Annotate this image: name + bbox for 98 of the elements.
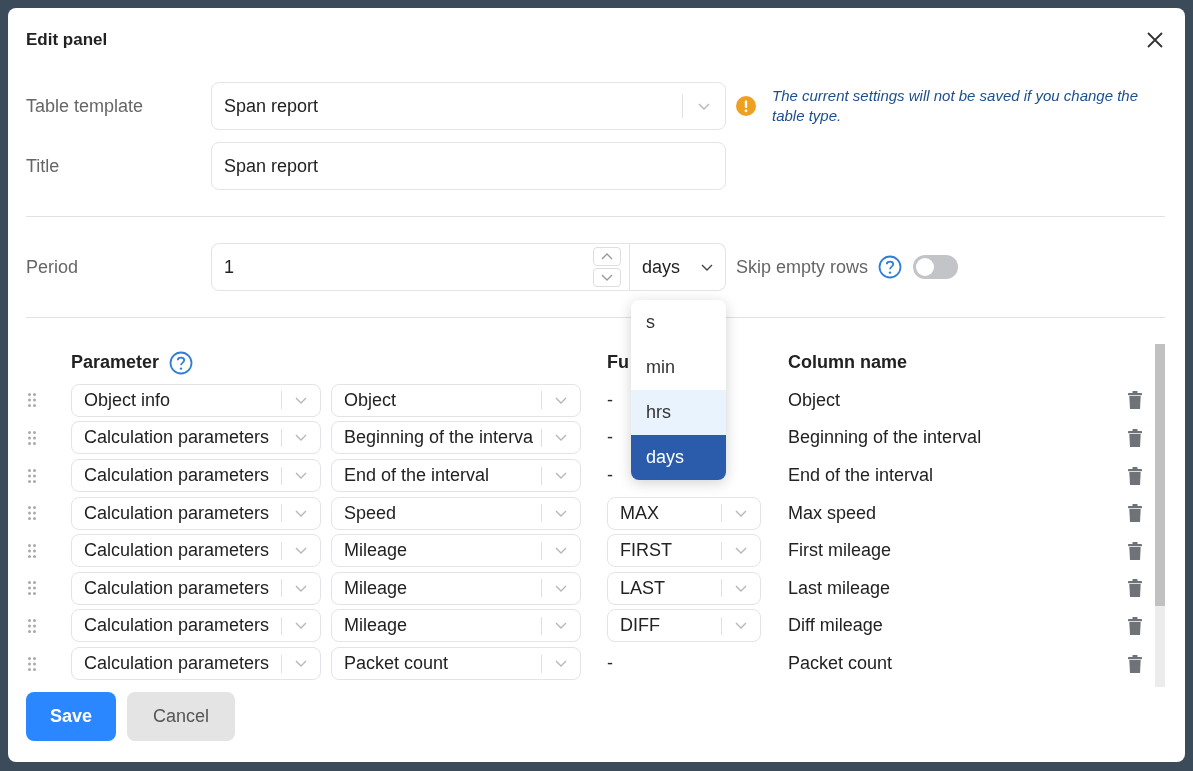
chevron-down-icon xyxy=(701,263,713,271)
unit-dropdown[interactable]: days xyxy=(630,243,726,291)
trash-icon xyxy=(1127,429,1142,447)
chevron-down-icon xyxy=(295,584,307,592)
group-dropdown[interactable]: Calculation parameters xyxy=(71,609,321,643)
drag-handle-icon xyxy=(28,431,36,445)
function-dropdown[interactable]: FIRST xyxy=(607,534,761,568)
menu-option[interactable]: days xyxy=(631,435,726,480)
chevron-down-icon xyxy=(735,622,747,630)
field-label: Period xyxy=(26,256,80,278)
column-header: Parameter xyxy=(71,352,160,374)
warning-icon xyxy=(736,96,756,116)
drag-handle-icon xyxy=(28,581,36,596)
parameter-dropdown[interactable]: Packet count xyxy=(331,647,581,681)
drag-handle-icon xyxy=(28,468,36,483)
help-icon xyxy=(878,255,903,279)
trash-icon xyxy=(1127,391,1142,410)
period-field[interactable]: 1 xyxy=(211,243,630,291)
parameter-dropdown[interactable]: Beginning of the interva xyxy=(331,421,581,455)
trash-icon xyxy=(1127,579,1142,598)
chevron-down-icon xyxy=(555,660,567,668)
trash-icon xyxy=(1127,654,1142,673)
chevron-down-icon xyxy=(601,274,613,281)
parameter-dropdown[interactable]: Mileage xyxy=(331,609,581,643)
chevron-up-icon xyxy=(601,253,613,260)
column-name: Max speed xyxy=(788,502,878,524)
field-label: Title xyxy=(26,155,61,177)
trash-icon xyxy=(1127,541,1142,560)
column-name: First mileage xyxy=(788,540,893,562)
toggle-switch[interactable] xyxy=(913,255,959,279)
dialog-title: Edit panel xyxy=(26,30,108,50)
chevron-down-icon xyxy=(735,547,747,555)
function-cell-text: - xyxy=(607,389,614,411)
warning-message: The current settings will not be saved if you change the table type. xyxy=(772,86,1140,126)
trash-icon xyxy=(1127,616,1142,635)
group-dropdown[interactable]: Calculation parameters xyxy=(71,496,321,530)
chevron-down-icon xyxy=(735,584,747,592)
decrement-button[interactable] xyxy=(593,268,621,287)
function-cell-text: - xyxy=(607,465,614,487)
column-name: End of the interval xyxy=(788,465,935,487)
parameter-dropdown[interactable]: Mileage xyxy=(331,571,581,605)
chevron-down-icon xyxy=(555,509,567,517)
chevron-down-icon xyxy=(295,547,307,555)
group-dropdown[interactable]: Calculation parameters xyxy=(71,459,321,493)
chevron-down-icon xyxy=(295,472,307,480)
scrollbar-thumb[interactable] xyxy=(1155,344,1165,606)
chevron-down-icon xyxy=(698,102,710,110)
column-name: Object xyxy=(788,389,842,411)
chevron-down-icon xyxy=(555,547,567,555)
chevron-down-icon xyxy=(295,509,307,517)
function-cell-text: - xyxy=(607,427,614,449)
toggle-label: Skip empty rows xyxy=(736,256,869,278)
menu-option[interactable]: min xyxy=(631,345,726,390)
group-dropdown[interactable]: Calculation parameters xyxy=(71,421,321,455)
chevron-down-icon xyxy=(735,509,747,517)
menu-option[interactable]: hrs xyxy=(631,390,726,435)
trash-icon xyxy=(1127,466,1142,485)
drag-handle-icon xyxy=(28,618,36,633)
function-dropdown[interactable]: MAX xyxy=(607,496,761,530)
column-name: Packet count xyxy=(788,653,894,675)
column-name: Beginning of the interval xyxy=(788,427,983,449)
function-dropdown[interactable]: LAST xyxy=(607,571,761,605)
chevron-down-icon xyxy=(555,434,567,442)
drag-handle-icon xyxy=(28,506,36,521)
chevron-down-icon xyxy=(295,660,307,668)
column-name: Last mileage xyxy=(788,577,892,599)
scrollbar-track[interactable] xyxy=(1155,344,1165,687)
increment-button[interactable] xyxy=(593,247,621,266)
parameter-dropdown[interactable]: Object xyxy=(331,383,581,417)
parameter-dropdown[interactable]: Speed xyxy=(331,496,581,530)
group-dropdown[interactable]: Calculation parameters xyxy=(71,571,321,605)
function-cell-text: - xyxy=(607,653,614,675)
menu-option[interactable]: s xyxy=(631,300,726,345)
column-header: Column name xyxy=(788,352,907,374)
column-name: Diff mileage xyxy=(788,615,884,637)
title-field[interactable]: Span report xyxy=(211,142,726,190)
chevron-down-icon xyxy=(295,396,307,404)
trash-icon xyxy=(1127,504,1142,523)
drag-handle-icon xyxy=(28,656,36,671)
close-icon xyxy=(1147,32,1163,48)
drag-handle-icon xyxy=(28,393,36,408)
chevron-down-icon xyxy=(555,472,567,480)
template-dropdown[interactable]: Span report xyxy=(211,82,726,130)
parameter-dropdown[interactable]: Mileage xyxy=(331,534,581,568)
column-header: Fu xyxy=(607,352,629,374)
parameter-dropdown[interactable]: End of the interval xyxy=(331,459,581,493)
function-dropdown[interactable]: DIFF xyxy=(607,609,761,643)
chevron-down-icon xyxy=(295,622,307,630)
group-dropdown[interactable]: Calculation parameters xyxy=(71,534,321,568)
chevron-down-icon xyxy=(555,622,567,630)
cancel-button[interactable]: Cancel xyxy=(127,692,236,741)
group-dropdown[interactable]: Object info xyxy=(71,383,321,417)
field-label: Table template xyxy=(26,95,145,117)
group-dropdown[interactable]: Calculation parameters xyxy=(71,647,321,681)
chevron-down-icon xyxy=(555,396,567,404)
drag-handle-icon xyxy=(28,543,36,558)
chevron-down-icon xyxy=(295,434,307,442)
chevron-down-icon xyxy=(555,584,567,592)
